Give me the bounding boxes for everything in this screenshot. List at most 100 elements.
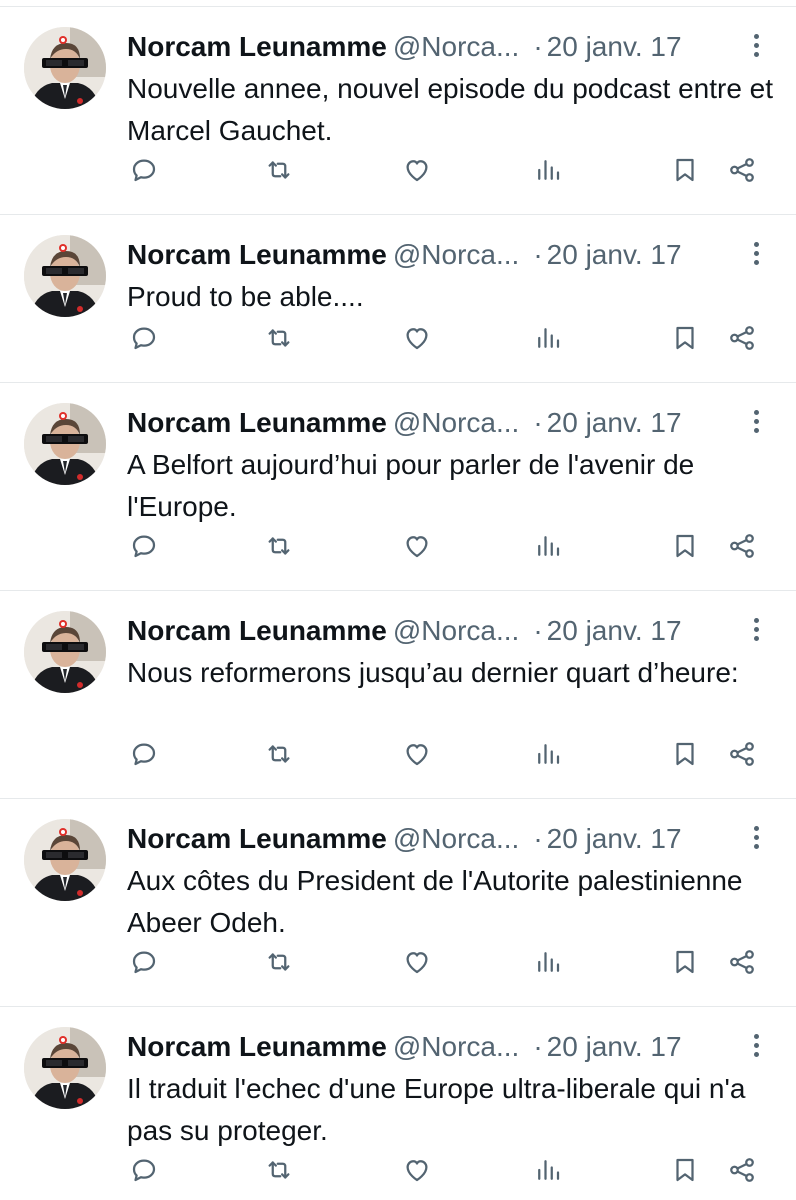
share-icon[interactable] xyxy=(725,153,759,187)
avatar-image xyxy=(24,819,106,901)
retweet-icon[interactable] xyxy=(262,529,296,563)
action-bar xyxy=(0,1153,796,1193)
views-icon[interactable] xyxy=(531,529,565,563)
bookmark-icon[interactable] xyxy=(668,945,702,979)
more-icon[interactable] xyxy=(746,1031,766,1065)
more-icon[interactable] xyxy=(746,823,766,857)
avatar[interactable] xyxy=(24,819,106,901)
reply-icon[interactable] xyxy=(127,529,161,563)
separator-dot: · xyxy=(533,1031,543,1062)
action-bar xyxy=(0,153,796,193)
tweet-date[interactable]: 20 janv. 17 xyxy=(547,407,682,438)
tweet-header: Norcam Leunamme @Norca... · 20 janv. 17 xyxy=(127,1025,767,1069)
author-name[interactable]: Norcam Leunamme xyxy=(127,615,387,646)
avatar-image xyxy=(24,1027,106,1109)
avatar-image xyxy=(24,27,106,109)
author-handle[interactable]: @Norca... xyxy=(393,407,519,438)
tweet-text: Aux côtes du President de l'Autorite pal… xyxy=(127,865,743,938)
avatar[interactable] xyxy=(24,403,106,485)
avatar[interactable] xyxy=(24,27,106,109)
reply-icon[interactable] xyxy=(127,321,161,355)
more-icon[interactable] xyxy=(746,615,766,649)
tweet-text: A Belfort aujourd’hui pour parler de l'a… xyxy=(127,449,695,522)
tweet-header: Norcam Leunamme @Norca... · 20 janv. 17 xyxy=(127,817,767,861)
views-icon[interactable] xyxy=(531,737,565,771)
tweet-date[interactable]: 20 janv. 17 xyxy=(547,31,682,62)
tweet-text: Proud to be able.... xyxy=(127,281,364,312)
tweet-header: Norcam Leunamme @Norca... · 20 janv. 17 xyxy=(127,609,767,653)
separator-dot: · xyxy=(533,31,543,62)
more-icon[interactable] xyxy=(746,407,766,441)
share-icon[interactable] xyxy=(725,321,759,355)
reply-icon[interactable] xyxy=(127,737,161,771)
separator-dot: · xyxy=(533,823,543,854)
retweet-icon[interactable] xyxy=(262,321,296,355)
like-icon[interactable] xyxy=(400,321,434,355)
retweet-icon[interactable] xyxy=(262,737,296,771)
avatar-image xyxy=(24,235,106,317)
bookmark-icon[interactable] xyxy=(668,529,702,563)
tweet-date[interactable]: 20 janv. 17 xyxy=(547,823,682,854)
author-name[interactable]: Norcam Leunamme xyxy=(127,823,387,854)
avatar[interactable] xyxy=(24,1027,106,1109)
tweet[interactable]: Norcam Leunamme @Norca... · 20 janv. 17 Pro… xyxy=(0,214,796,382)
share-icon[interactable] xyxy=(725,529,759,563)
tweet-header: Norcam Leunamme @Norca... · 20 janv. 17 xyxy=(127,233,767,277)
tweet[interactable]: Norcam Leunamme @Norca... · 20 janv. 17 Il … xyxy=(0,1006,796,1200)
tweet-date[interactable]: 20 janv. 17 xyxy=(547,615,682,646)
author-handle[interactable]: @Norca... xyxy=(393,31,519,62)
separator-dot: · xyxy=(533,239,543,270)
tweet-date[interactable]: 20 janv. 17 xyxy=(547,239,682,270)
author-name[interactable]: Norcam Leunamme xyxy=(127,239,387,270)
retweet-icon[interactable] xyxy=(262,945,296,979)
share-icon[interactable] xyxy=(725,737,759,771)
avatar-image xyxy=(24,403,106,485)
views-icon[interactable] xyxy=(531,1153,565,1187)
separator-dot: · xyxy=(533,615,543,646)
author-name[interactable]: Norcam Leunamme xyxy=(127,407,387,438)
tweet[interactable]: Norcam Leunamme @Norca... · 20 janv. 17 Aux… xyxy=(0,798,796,1006)
retweet-icon[interactable] xyxy=(262,153,296,187)
more-icon[interactable] xyxy=(746,239,766,273)
views-icon[interactable] xyxy=(531,153,565,187)
action-bar xyxy=(0,737,796,777)
author-name[interactable]: Norcam Leunamme xyxy=(127,1031,387,1062)
views-icon[interactable] xyxy=(531,945,565,979)
tweet[interactable]: Norcam Leunamme @Norca... · 20 janv. 17 A B… xyxy=(0,382,796,590)
tweet[interactable]: Norcam Leunamme @Norca... · 20 janv. 17 Nou… xyxy=(0,6,796,214)
like-icon[interactable] xyxy=(400,529,434,563)
like-icon[interactable] xyxy=(400,153,434,187)
action-bar xyxy=(0,945,796,985)
like-icon[interactable] xyxy=(400,737,434,771)
tweet-date[interactable]: 20 janv. 17 xyxy=(547,1031,682,1062)
avatar-image xyxy=(24,611,106,693)
tweet-feed: Norcam Leunamme @Norca... · 20 janv. 17 Nou… xyxy=(0,0,796,1200)
author-handle[interactable]: @Norca... xyxy=(393,239,519,270)
separator-dot: · xyxy=(533,407,543,438)
more-icon[interactable] xyxy=(746,31,766,65)
share-icon[interactable] xyxy=(725,1153,759,1187)
bookmark-icon[interactable] xyxy=(668,321,702,355)
bookmark-icon[interactable] xyxy=(668,1153,702,1187)
author-handle[interactable]: @Norca... xyxy=(393,615,519,646)
retweet-icon[interactable] xyxy=(262,1153,296,1187)
tweet-header: Norcam Leunamme @Norca... · 20 janv. 17 xyxy=(127,401,767,445)
share-icon[interactable] xyxy=(725,945,759,979)
author-handle[interactable]: @Norca... xyxy=(393,823,519,854)
bookmark-icon[interactable] xyxy=(668,737,702,771)
like-icon[interactable] xyxy=(400,1153,434,1187)
like-icon[interactable] xyxy=(400,945,434,979)
reply-icon[interactable] xyxy=(127,153,161,187)
tweet-text: Il traduit l'echec d'une Europe ultra-li… xyxy=(127,1073,746,1146)
avatar[interactable] xyxy=(24,235,106,317)
views-icon[interactable] xyxy=(531,321,565,355)
avatar[interactable] xyxy=(24,611,106,693)
tweet[interactable]: Norcam Leunamme @Norca... · 20 janv. 17 Nou… xyxy=(0,590,796,798)
reply-icon[interactable] xyxy=(127,945,161,979)
bookmark-icon[interactable] xyxy=(668,153,702,187)
author-name[interactable]: Norcam Leunamme xyxy=(127,31,387,62)
reply-icon[interactable] xyxy=(127,1153,161,1187)
author-handle[interactable]: @Norca... xyxy=(393,1031,519,1062)
action-bar xyxy=(0,321,796,361)
tweet-text: Nouvelle annee, nouvel episode du podcas… xyxy=(127,73,774,146)
